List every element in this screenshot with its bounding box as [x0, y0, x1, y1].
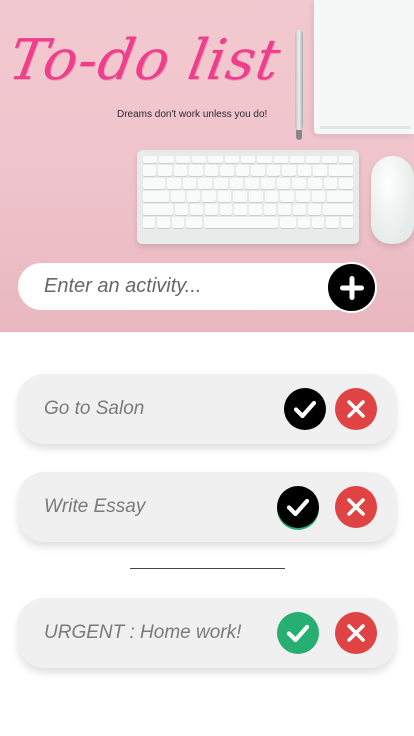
hero-banner: To-do list Dreams don't work unless you … [0, 0, 414, 332]
close-icon [347, 400, 365, 418]
add-activity-button[interactable] [326, 262, 377, 313]
check-icon [286, 498, 310, 517]
check-icon [286, 624, 310, 643]
activity-input[interactable] [44, 263, 324, 310]
complete-button[interactable] [277, 486, 319, 528]
plus-icon [339, 275, 364, 300]
completed-divider [130, 568, 285, 569]
check-icon [293, 400, 317, 419]
complete-button[interactable] [277, 612, 319, 654]
todo-text: Write Essay [44, 496, 146, 517]
delete-button[interactable] [335, 486, 377, 528]
todo-text: URGENT : Home work! [44, 622, 242, 643]
pen-image [295, 30, 303, 140]
close-icon [347, 498, 365, 516]
todo-item-completed: URGENT : Home work! [18, 598, 396, 668]
todo-text: Go to Salon [44, 398, 145, 419]
delete-button[interactable] [335, 612, 377, 654]
page-title: To-do list [4, 28, 286, 93]
close-icon [347, 624, 365, 642]
mouse-image [371, 156, 414, 244]
notebook-image [314, 0, 414, 134]
todo-item: Write Essay [18, 472, 396, 542]
keyboard-image [137, 150, 359, 244]
todo-item: Go to Salon [18, 374, 396, 444]
complete-button[interactable] [284, 388, 326, 430]
delete-button[interactable] [335, 388, 377, 430]
page-subtitle: Dreams don't work unless you do! [117, 109, 268, 120]
activity-input-container [18, 263, 375, 310]
